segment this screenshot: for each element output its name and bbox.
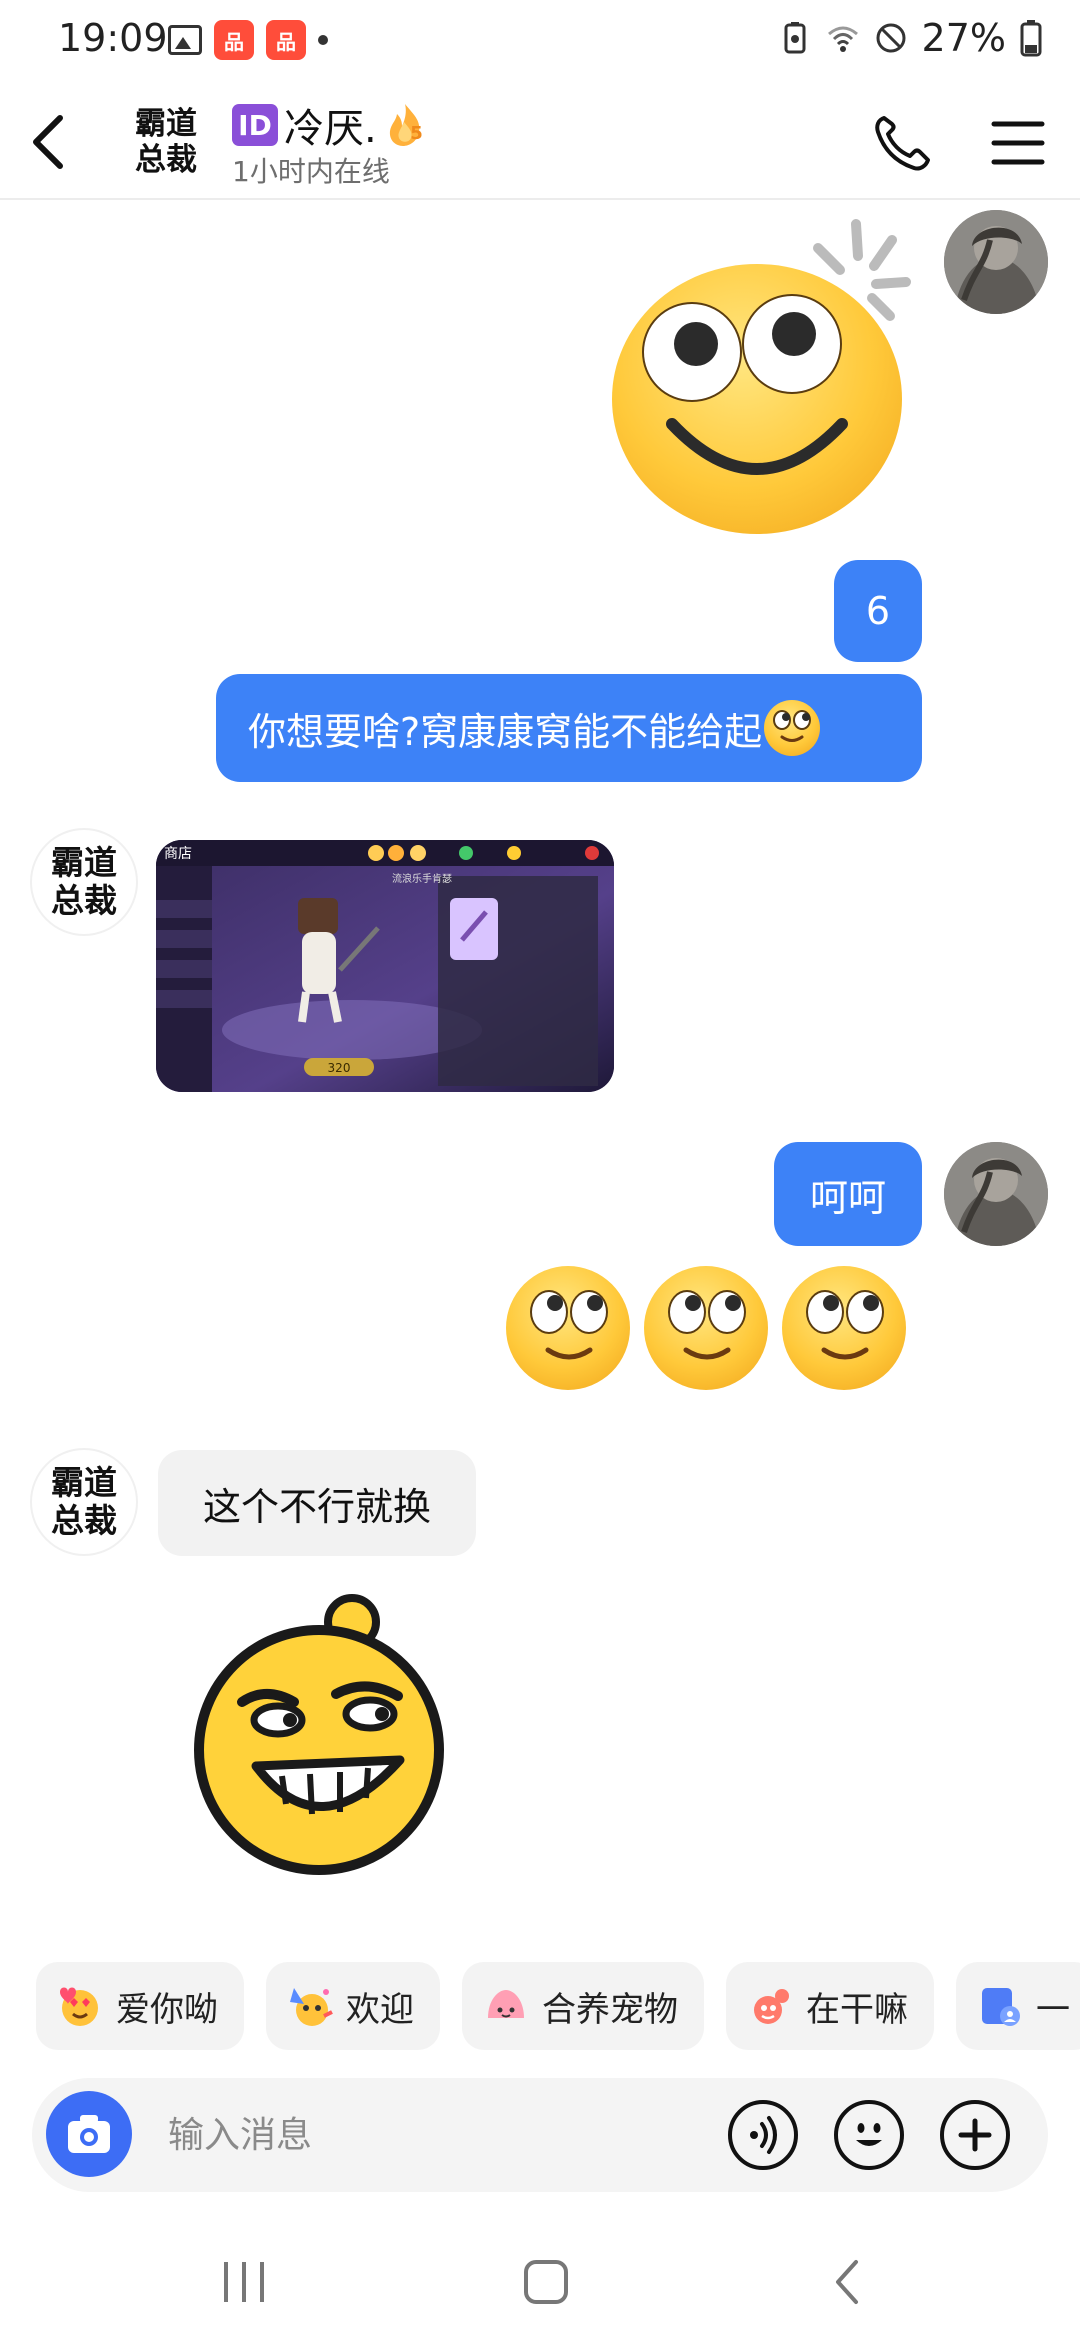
message-text: 6 [865, 589, 891, 633]
avatar-text-line1: 霸道 [51, 1463, 117, 1502]
quick-reply-chip[interactable]: 爱你呦 [36, 1962, 244, 2050]
contact-title[interactable]: ID 冷厌. 5 [232, 96, 427, 154]
chat-header: 霸道 总裁 ID 冷厌. 5 1小时内在线 [0, 86, 1080, 200]
back-nav-icon[interactable] [818, 2254, 878, 2310]
battery-icon [1020, 20, 1042, 57]
message-input-bar [32, 2078, 1048, 2192]
flame-level: 5 [410, 123, 423, 144]
quick-reply-chip[interactable]: 欢迎 [266, 1962, 440, 2050]
menu-icon[interactable] [990, 116, 1046, 170]
avatar-text-line2: 总裁 [51, 1501, 117, 1540]
eye-roll-emoji [764, 700, 821, 756]
contact-name: 冷厌. [284, 106, 377, 152]
system-icons: 27% [778, 16, 1042, 60]
quick-reply-chip[interactable]: 合养宠物 [462, 1962, 704, 2050]
avatar-text-line2: 总裁 [135, 142, 197, 178]
message-bubble-outgoing[interactable]: 你想要啥?窝康康窝能不能给起 [216, 674, 922, 782]
app-notification-icon: 品 [266, 20, 306, 60]
back-arrow-icon[interactable] [22, 110, 82, 174]
image-message[interactable]: 320 商店 流浪乐手肯瑟 [156, 840, 614, 1092]
notification-icons: 品 品 [168, 20, 328, 60]
voice-button[interactable] [728, 2100, 798, 2170]
message-bubble-outgoing[interactable]: 6 [834, 560, 922, 662]
quick-reply-chip[interactable]: 一 [956, 1962, 1080, 2050]
message-text: 你想要啥?窝康康窝能不能给起 [248, 709, 763, 754]
avatar-text-line1: 霸道 [51, 843, 117, 882]
chip-label: 在干嘛 [806, 1989, 908, 2030]
contact-avatar[interactable]: 霸道 总裁 [32, 1450, 136, 1554]
eye-roll-emoji [782, 1266, 906, 1390]
status-bar: 19:09 品 品 27% [0, 0, 1080, 86]
voice-icon [750, 2116, 777, 2154]
recent-apps-icon[interactable] [214, 2254, 274, 2310]
chip-label: 一 [1036, 1989, 1070, 2030]
id-badge-icon: ID [232, 104, 278, 146]
smiley-icon [856, 2123, 882, 2146]
message-text: 呵呵 [809, 1175, 886, 1220]
photo-icon [976, 1982, 1024, 2030]
shop-label: 商店 [164, 846, 192, 862]
battery-saver-icon [784, 22, 806, 54]
heart-eyes-icon [56, 1982, 104, 2030]
sticker-message[interactable] [186, 1590, 452, 1880]
game-screenshot-image: 320 商店 流浪乐手肯瑟 [156, 840, 614, 1092]
plus-icon [958, 2118, 992, 2152]
system-nav-bar [0, 2226, 1080, 2340]
message-bubble-outgoing[interactable]: 呵呵 [774, 1142, 922, 1246]
party-face-icon [286, 1982, 334, 2030]
chip-label: 合养宠物 [542, 1989, 678, 2030]
phone-call-icon[interactable] [870, 112, 932, 174]
avatar-text-line2: 总裁 [51, 881, 117, 920]
app-notification-icon: 品 [214, 20, 254, 60]
flame-icon: 5 [383, 102, 427, 148]
contact-avatar[interactable]: 霸道 总裁 [118, 94, 214, 190]
emoji-message[interactable] [506, 1266, 912, 1392]
pet-icon [482, 1982, 530, 2030]
add-button[interactable] [940, 2100, 1010, 2170]
sticker-message[interactable] [606, 212, 922, 542]
currency-amount: 320 [328, 1061, 351, 1075]
game-icon [746, 1982, 794, 2030]
status-time: 19:09 [58, 16, 168, 60]
sparkle-lines-icon [813, 219, 911, 321]
chip-label: 爱你呦 [116, 1989, 218, 2030]
avatar-text-line1: 霸道 [135, 106, 197, 142]
eye-roll-emoji [644, 1266, 768, 1390]
item-name-label: 流浪乐手肯瑟 [392, 872, 452, 885]
emoji-button[interactable] [834, 2100, 904, 2170]
my-avatar[interactable] [944, 210, 1048, 314]
battery-percent: 27% [921, 16, 1006, 60]
message-input[interactable] [166, 2104, 730, 2166]
camera-icon [68, 2115, 110, 2153]
chip-label: 欢迎 [346, 1989, 414, 2030]
camera-button[interactable] [46, 2091, 132, 2177]
quick-reply-chip[interactable]: 在干嘛 [726, 1962, 934, 2050]
home-icon[interactable] [516, 2254, 576, 2310]
do-not-disturb-icon [876, 23, 906, 53]
my-avatar[interactable] [944, 1142, 1048, 1246]
grinning-face-sticker [194, 1594, 444, 1875]
message-text: 这个不行就换 [202, 1484, 431, 1529]
wifi-icon [827, 26, 858, 52]
online-status: 1小时内在线 [232, 155, 390, 188]
dot-icon [318, 35, 328, 45]
quick-reply-bar: 爱你呦 欢迎 合养宠物 在干嘛 一 [36, 1962, 1080, 2054]
message-bubble-incoming[interactable]: 这个不行就换 [158, 1450, 476, 1556]
gallery-icon [168, 25, 202, 55]
eye-roll-emoji [506, 1266, 630, 1390]
contact-avatar[interactable]: 霸道 总裁 [32, 830, 136, 934]
